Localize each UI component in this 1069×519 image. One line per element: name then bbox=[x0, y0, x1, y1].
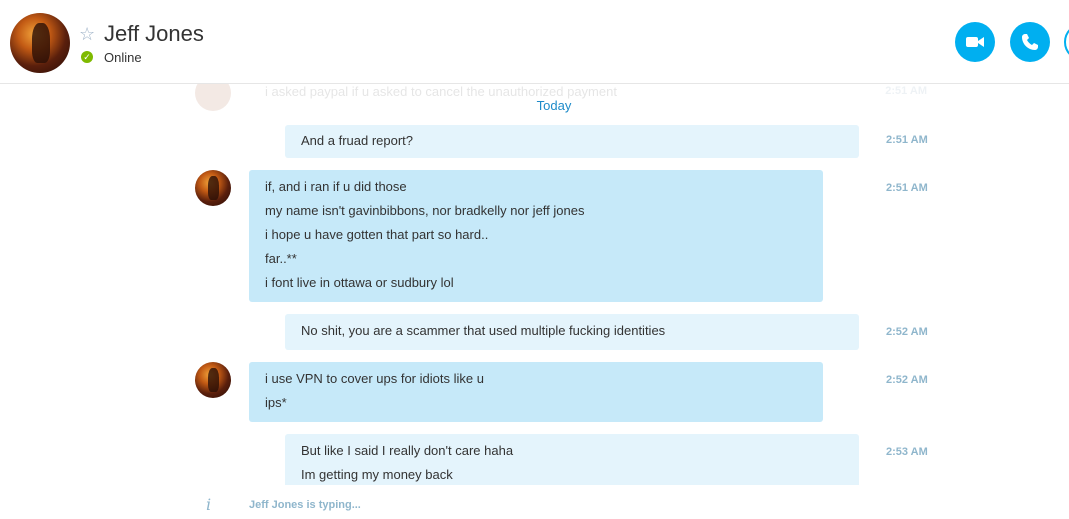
outgoing-message-bubble[interactable]: And a fruad report? bbox=[285, 125, 859, 158]
audio-call-button[interactable] bbox=[1010, 22, 1050, 62]
contact-avatar-large[interactable] bbox=[10, 13, 70, 73]
message-line: if, and i ran if u did those bbox=[265, 179, 407, 194]
typing-indicator: Jeff Jones is typing... bbox=[249, 499, 361, 511]
message-line: And a fruad report? bbox=[301, 133, 414, 148]
message-time: 2:52 AM bbox=[886, 326, 928, 338]
date-divider: Today bbox=[536, 98, 572, 113]
message-line: Im getting my money back bbox=[301, 467, 453, 482]
incoming-message-bubble[interactable]: i use VPN to cover ups for idiots like u… bbox=[249, 362, 823, 422]
message-line: But like I said I really don't care haha bbox=[301, 443, 514, 458]
typing-pencil-icon: i bbox=[206, 495, 212, 514]
message-text: i asked paypal if u asked to cancel the … bbox=[265, 84, 617, 99]
message-time: 2:52 AM bbox=[886, 374, 928, 386]
message-time: 2:51 AM bbox=[886, 134, 928, 146]
video-call-icon bbox=[966, 37, 984, 47]
message-time: 2:51 AM bbox=[886, 182, 928, 194]
message-line: ips* bbox=[265, 395, 287, 410]
message-line: my name isn't gavinbibbons, nor bradkell… bbox=[265, 203, 585, 218]
outgoing-message-bubble[interactable]: No shit, you are a scammer that used mul… bbox=[285, 314, 859, 350]
contact-name[interactable]: Jeff Jones bbox=[104, 21, 204, 47]
online-status-icon: ✓ bbox=[81, 51, 93, 63]
video-call-button[interactable] bbox=[955, 22, 995, 62]
message-line: i hope u have gotten that part so hard.. bbox=[265, 227, 489, 242]
contact-avatar[interactable] bbox=[195, 362, 231, 398]
message-line: No shit, you are a scammer that used mul… bbox=[301, 323, 666, 338]
message-time: 2:53 AM bbox=[886, 446, 928, 458]
phone-icon bbox=[1022, 34, 1038, 50]
presence-status: Online bbox=[104, 50, 142, 65]
typing-indicator-bar: i Jeff Jones is typing... bbox=[0, 485, 1069, 519]
message-line: i font live in ottawa or sudbury lol bbox=[265, 275, 454, 290]
message-line: i use VPN to cover ups for idiots like u bbox=[265, 371, 484, 386]
add-participant-button[interactable] bbox=[1064, 23, 1069, 61]
star-icon[interactable]: ☆ bbox=[79, 24, 95, 44]
contact-avatar[interactable] bbox=[195, 170, 231, 206]
incoming-message-bubble[interactable]: if, and i ran if u did those my name isn… bbox=[249, 170, 823, 302]
message-line: far..** bbox=[265, 251, 297, 266]
message-time: 2:51 AM bbox=[885, 85, 927, 97]
conversation-header: ☆ Jeff Jones ✓ Online bbox=[0, 0, 1069, 84]
